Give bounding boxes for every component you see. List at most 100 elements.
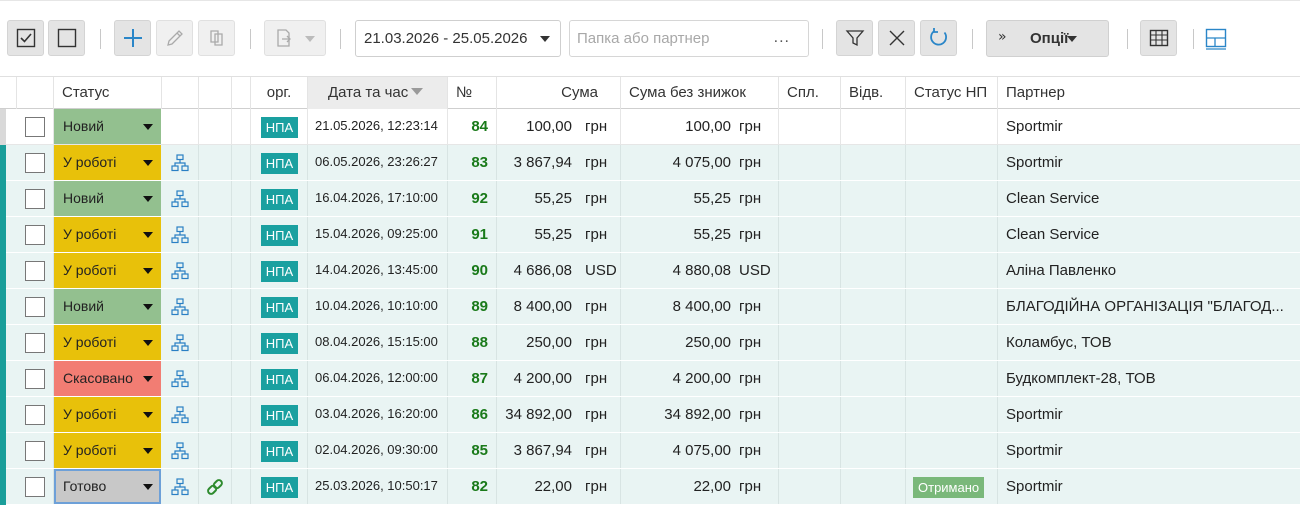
table-row[interactable]: Готово НПА 25.03.2026, 10:50:17 82 22,00…	[0, 469, 1300, 505]
header-sum[interactable]: Сума	[497, 77, 621, 109]
partner-name[interactable]: Sportmir	[998, 469, 1300, 504]
shipped-cell	[841, 469, 906, 504]
partner-input[interactable]	[570, 21, 760, 56]
partner-name[interactable]: Аліна Павленко	[998, 253, 1300, 288]
status-dropdown[interactable]: У роботі	[54, 325, 161, 360]
status-dropdown[interactable]: У роботі	[54, 217, 161, 252]
select-all-button[interactable]	[7, 20, 44, 56]
table-row[interactable]: Скасовано НПА 06.04.2026, 12:00:00 87 4 …	[0, 361, 1300, 397]
partner-name[interactable]: Sportmir	[998, 109, 1300, 144]
partner-browse-button[interactable]: ...	[774, 29, 790, 47]
order-number[interactable]: 83	[448, 145, 497, 180]
hierarchy-icon[interactable]	[171, 441, 189, 460]
row-checkbox[interactable]	[25, 189, 45, 209]
order-number[interactable]: 84	[448, 109, 497, 144]
order-number[interactable]: 90	[448, 253, 497, 288]
row-checkbox[interactable]	[25, 405, 45, 425]
row-checkbox[interactable]	[25, 369, 45, 389]
org-cell: НПА	[251, 325, 308, 360]
layout-button[interactable]	[1205, 28, 1227, 50]
status-dropdown[interactable]: У роботі	[54, 397, 161, 432]
copy-button[interactable]	[198, 20, 235, 56]
hierarchy-icon[interactable]	[171, 297, 189, 316]
table-row[interactable]: У роботі НПА 03.04.2026, 16:20:00 86 34 …	[0, 397, 1300, 433]
row-checkbox[interactable]	[25, 297, 45, 317]
row-checkbox[interactable]	[25, 261, 45, 281]
order-number[interactable]: 92	[448, 181, 497, 216]
table-row[interactable]: У роботі НПА 08.04.2026, 15:15:00 88 250…	[0, 325, 1300, 361]
date-range-picker[interactable]: 21.03.2026 - 25.05.2026	[355, 20, 561, 57]
header-number[interactable]: №	[448, 77, 497, 109]
partner-name[interactable]: БЛАГОДІЙНА ОРГАНІЗАЦІЯ "БЛАГОД...	[998, 289, 1300, 324]
org-badge: НПА	[261, 117, 298, 138]
order-number[interactable]: 91	[448, 217, 497, 252]
hierarchy-icon[interactable]	[171, 189, 189, 208]
clear-filter-button[interactable]	[878, 20, 915, 56]
hierarchy-icon[interactable]	[171, 333, 189, 352]
header-np-status[interactable]: Статус НП	[906, 77, 998, 109]
order-number[interactable]: 85	[448, 433, 497, 468]
header-sum-no-discount[interactable]: Сума без знижок	[621, 77, 779, 109]
table-row[interactable]: У роботі НПА 02.04.2026, 09:30:00 85 3 8…	[0, 433, 1300, 469]
partner-name[interactable]: Sportmir	[998, 433, 1300, 468]
order-number[interactable]: 88	[448, 325, 497, 360]
spacer-cell	[232, 361, 251, 396]
status-dropdown[interactable]: Новий	[54, 109, 161, 144]
status-dropdown[interactable]: Готово	[54, 469, 161, 504]
table-row[interactable]: Новий НПА 10.04.2026, 10:10:00 89 8 400,…	[0, 289, 1300, 325]
hierarchy-icon[interactable]	[171, 477, 189, 496]
table-row[interactable]: У роботі НПА 14.04.2026, 13:45:00 90 4 6…	[0, 253, 1300, 289]
order-number[interactable]: 87	[448, 361, 497, 396]
status-dropdown[interactable]: Новий	[54, 181, 161, 216]
partner-filter[interactable]: ...	[569, 20, 809, 57]
header-partner[interactable]: Партнер	[998, 77, 1300, 109]
table-view-button[interactable]	[1140, 20, 1177, 56]
header-status[interactable]: Статус	[54, 77, 162, 109]
deselect-all-button[interactable]	[48, 20, 85, 56]
document-export-icon	[277, 29, 291, 47]
partner-name[interactable]: Clean Service	[998, 217, 1300, 252]
header-shipped[interactable]: Відв.	[841, 77, 906, 109]
partner-name[interactable]: Будкомплект-28, ТОВ	[998, 361, 1300, 396]
edit-button[interactable]	[156, 20, 193, 56]
order-number[interactable]: 89	[448, 289, 497, 324]
hierarchy-icon[interactable]	[171, 153, 189, 172]
partner-name[interactable]: Clean Service	[998, 181, 1300, 216]
options-button[interactable]: » Опції	[986, 20, 1109, 57]
add-button[interactable]	[114, 20, 151, 56]
order-number[interactable]: 86	[448, 397, 497, 432]
row-checkbox[interactable]	[25, 117, 45, 137]
status-dropdown[interactable]: Скасовано	[54, 361, 161, 396]
export-button[interactable]	[264, 20, 326, 56]
refresh-button[interactable]	[920, 20, 957, 56]
table-row[interactable]: У роботі НПА 06.05.2026, 23:26:27 83 3 8…	[0, 145, 1300, 181]
header-paid[interactable]: Спл.	[779, 77, 841, 109]
paid-cell	[779, 145, 841, 180]
status-dropdown[interactable]: Новий	[54, 289, 161, 324]
order-number[interactable]: 82	[448, 469, 497, 504]
filter-button[interactable]	[836, 20, 873, 56]
status-label: У роботі	[63, 226, 117, 242]
link-icon[interactable]	[205, 477, 225, 497]
row-checkbox[interactable]	[25, 441, 45, 461]
row-checkbox[interactable]	[25, 153, 45, 173]
partner-name[interactable]: Sportmir	[998, 397, 1300, 432]
partner-name[interactable]: Sportmir	[998, 145, 1300, 180]
header-datetime[interactable]: Дата та час	[308, 77, 448, 109]
header-org[interactable]: орг.	[251, 77, 308, 109]
table-row[interactable]: Новий НПА 16.04.2026, 17:10:00 92 55,25 …	[0, 181, 1300, 217]
table-row[interactable]: Новий НПА 21.05.2026, 12:23:14 84 100,00…	[0, 109, 1300, 145]
row-checkbox[interactable]	[25, 225, 45, 245]
row-checkbox[interactable]	[25, 477, 45, 497]
status-dropdown[interactable]: У роботі	[54, 145, 161, 180]
sum-no-discount-cell: 100,00 грн	[621, 109, 779, 144]
table-row[interactable]: У роботі НПА 15.04.2026, 09:25:00 91 55,…	[0, 217, 1300, 253]
status-dropdown[interactable]: У роботі	[54, 253, 161, 288]
hierarchy-icon[interactable]	[171, 261, 189, 280]
row-checkbox[interactable]	[25, 333, 45, 353]
hierarchy-icon[interactable]	[171, 369, 189, 388]
hierarchy-icon[interactable]	[171, 225, 189, 244]
hierarchy-icon[interactable]	[171, 405, 189, 424]
status-dropdown[interactable]: У роботі	[54, 433, 161, 468]
partner-name[interactable]: Коламбус, ТОВ	[998, 325, 1300, 360]
